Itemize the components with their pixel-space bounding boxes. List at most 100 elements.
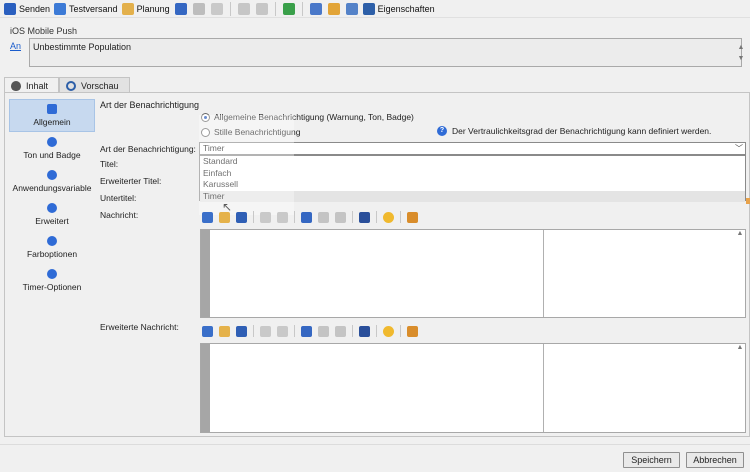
notification-type-select[interactable]: Timer ﹀: [199, 142, 746, 155]
sidebar-item-color-options[interactable]: Farboptionen: [9, 231, 95, 264]
message-label: Nachricht:: [100, 210, 139, 220]
link-icon[interactable]: [309, 2, 322, 15]
subtitle-label: Untertitel:: [100, 193, 137, 203]
extended-message-label: Erweiterte Nachricht:: [100, 322, 179, 332]
dropdown-option[interactable]: Timer: [200, 190, 745, 202]
copy-icon[interactable]: [301, 325, 312, 337]
notification-type-label: Art der Benachrichtigung:: [100, 144, 196, 154]
gears-icon: [47, 269, 57, 279]
editor-split-divider[interactable]: [543, 344, 544, 432]
insert-field-icon[interactable]: [407, 211, 418, 223]
toolbar-separator: [229, 1, 231, 16]
radio-button[interactable]: [201, 127, 210, 137]
editor-toolbar-separator: [400, 325, 401, 337]
form-heading: Art der Benachrichtigung: [100, 100, 200, 110]
editor-scrollbar[interactable]: ▲: [735, 344, 745, 432]
cut-icon[interactable]: [318, 325, 329, 337]
dropdown-option[interactable]: Karussell: [200, 179, 745, 191]
extended-message-editor[interactable]: ▲: [200, 343, 746, 433]
cut-icon[interactable]: [192, 2, 205, 15]
sidebar-item-sound-badge[interactable]: Ton und Badge: [9, 132, 95, 165]
refresh-icon[interactable]: [282, 2, 295, 15]
paste-icon[interactable]: [335, 325, 346, 337]
recipient-link[interactable]: An: [10, 41, 21, 51]
tab-preview[interactable]: Vorschau: [59, 77, 130, 93]
editor-toolbar-separator: [352, 325, 353, 337]
tab-content-label: Inhalt: [26, 80, 49, 91]
sidebar-item-label: Allgemein: [33, 117, 71, 127]
sidebar-item-label: Ton und Badge: [23, 150, 81, 160]
message-editor[interactable]: ▲: [200, 229, 746, 318]
population-scrollbar[interactable]: ▲ ▼: [736, 42, 746, 64]
sidebar-item-app-variable[interactable]: Anwendungsvariable: [9, 165, 95, 198]
editor-toolbar-separator: [400, 211, 401, 223]
tab-bar: Inhalt Vorschau: [4, 77, 130, 93]
radio-silent-notification[interactable]: Stille Benachrichtigung: [201, 127, 300, 137]
notification-type-value: Timer: [203, 143, 225, 153]
save-icon[interactable]: [236, 325, 247, 337]
sidebar-item-label: Anwendungsvariable: [12, 183, 92, 193]
apple-icon: [11, 80, 21, 91]
gears-icon: [47, 236, 57, 246]
sidebar-item-timer-options[interactable]: Timer-Optionen: [9, 264, 95, 297]
undo-icon[interactable]: [237, 2, 250, 15]
find-binoculars-icon[interactable]: [359, 325, 370, 337]
chevron-down-icon[interactable]: ﹀: [735, 143, 743, 154]
message-editor-toolbar: [202, 210, 424, 224]
field-indicator: [746, 198, 750, 204]
redo-icon[interactable]: [255, 2, 268, 15]
gears-icon: [47, 170, 57, 180]
editor-split-divider[interactable]: [543, 230, 544, 317]
paste-icon[interactable]: [335, 211, 346, 223]
editor-gutter: [201, 230, 210, 317]
dropdown-option[interactable]: Einfach: [200, 168, 745, 180]
emoji-icon[interactable]: [383, 211, 394, 223]
send-button[interactable]: Senden: [2, 1, 52, 17]
info-icon: ?: [437, 126, 447, 136]
copy-icon[interactable]: [301, 211, 312, 223]
gears-icon: [47, 137, 57, 147]
sidebar: Allgemein Ton und Badge Anwendungsvariab…: [9, 99, 95, 297]
planning-button[interactable]: Planung: [120, 1, 172, 17]
undo-icon[interactable]: [260, 325, 271, 337]
find-binoculars-icon[interactable]: [359, 211, 370, 223]
cancel-button[interactable]: Abbrechen: [686, 452, 744, 468]
radio-silent-label: Stille Benachrichtigung: [214, 127, 301, 137]
sidebar-item-advanced[interactable]: Erweitert: [9, 198, 95, 231]
open-folder-icon[interactable]: [219, 325, 230, 337]
undo-icon[interactable]: [260, 211, 271, 223]
editor-toolbar-separator: [294, 325, 295, 337]
open-folder-icon[interactable]: [219, 211, 230, 223]
redo-icon[interactable]: [277, 211, 288, 223]
redo-icon[interactable]: [277, 325, 288, 337]
info-text: Der Vertraulichkeitsgrad der Benachricht…: [452, 126, 712, 136]
paste-icon[interactable]: [210, 2, 223, 15]
copy-icon[interactable]: [174, 2, 187, 15]
cut-icon[interactable]: [318, 211, 329, 223]
save-icon[interactable]: [236, 211, 247, 223]
radio-general-notification[interactable]: Allgemeine Benachrichtigung (Warnung, To…: [201, 112, 414, 122]
gears-icon: [47, 203, 57, 213]
extended-title-label: Erweiterter Titel:: [100, 176, 162, 186]
sidebar-item-label: Farboptionen: [26, 249, 78, 259]
new-document-icon[interactable]: [202, 325, 213, 337]
properties-icon: [362, 2, 375, 15]
insert-field-icon[interactable]: [407, 325, 418, 337]
test-send-button[interactable]: Testversand: [52, 1, 120, 17]
section-title: iOS Mobile Push: [10, 26, 78, 36]
sidebar-item-general[interactable]: Allgemein: [9, 99, 95, 132]
info-row: ? Der Vertraulichkeitsgrad der Benachric…: [437, 126, 711, 136]
tab-preview-label: Vorschau: [81, 80, 119, 91]
editor-scrollbar[interactable]: ▲: [735, 230, 745, 317]
approval-icon[interactable]: [327, 2, 340, 15]
emoji-icon[interactable]: [383, 325, 394, 337]
radio-button-checked[interactable]: [201, 112, 210, 122]
properties-button[interactable]: Eigenschaften: [361, 1, 437, 17]
population-field[interactable]: Unbestimmte Population: [29, 38, 742, 67]
tools-icon[interactable]: [345, 2, 358, 15]
dropdown-option[interactable]: Standard: [200, 156, 745, 168]
editor-toolbar-separator: [253, 325, 254, 337]
tab-content[interactable]: Inhalt: [4, 77, 60, 93]
new-document-icon[interactable]: [202, 211, 213, 223]
save-button[interactable]: Speichern: [623, 452, 680, 468]
